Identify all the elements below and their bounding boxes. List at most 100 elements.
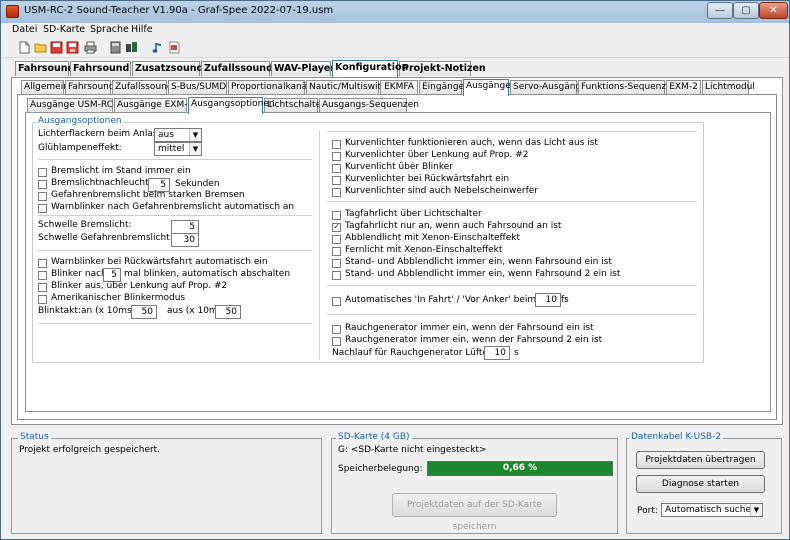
tab-ausgaenge[interactable]: Ausgänge xyxy=(463,79,511,96)
save-as-icon[interactable] xyxy=(66,41,79,54)
start-diagnose-button[interactable]: Diagnose starten xyxy=(636,475,765,493)
day-switch-checkbox[interactable] xyxy=(332,211,341,220)
dipped-xenon-checkbox[interactable] xyxy=(332,235,341,244)
tab-konfiguration[interactable]: Konfiguration xyxy=(332,60,408,77)
curve-reverse-checkbox[interactable] xyxy=(332,176,341,185)
minimize-button[interactable]: — xyxy=(707,2,733,19)
ship-auto-checkbox[interactable] xyxy=(332,297,341,306)
blinker-after-input[interactable]: 5 xyxy=(103,268,121,282)
curve-only-light-checkbox[interactable] xyxy=(332,140,341,149)
chevron-down-icon: ▼ xyxy=(189,143,201,155)
save-to-sdcard-button[interactable]: Projektdaten auf der SD-Karte speichern xyxy=(392,493,557,532)
music-note-icon[interactable] xyxy=(151,41,164,54)
parking-sound2-checkbox[interactable] xyxy=(332,271,341,280)
seconds-label: Sekunden xyxy=(175,179,220,189)
smoke-fan-input[interactable]: 10 xyxy=(484,346,510,360)
close-button[interactable]: ✕ xyxy=(759,2,788,19)
open-folder-icon[interactable] xyxy=(34,41,47,54)
tab-eingaenge[interactable]: Eingänge xyxy=(419,80,464,95)
transfer-icon[interactable] xyxy=(125,41,138,54)
tab-funktions-sequenzen[interactable]: Funktions-Sequenzen xyxy=(578,80,677,95)
us-blinker-checkbox[interactable] xyxy=(38,295,47,304)
sdcard-drive: G: <SD-Karte nicht eingesteckt> xyxy=(338,445,487,455)
menu-bar: Datei SD-Karte Sprache Hilfe xyxy=(1,23,789,38)
threshold-brake-input[interactable]: 5 xyxy=(171,220,199,234)
brake-standstill-checkbox[interactable] xyxy=(38,168,47,177)
tab-ausgangsoptionen[interactable]: Ausgangsoptionen xyxy=(188,97,275,114)
blink-off-input[interactable]: 50 xyxy=(215,305,241,319)
high-xenon-checkbox[interactable] xyxy=(332,247,341,256)
tab-allgemein[interactable]: Allgemein xyxy=(21,80,69,95)
tab-servo-ausgaenge[interactable]: Servo-Ausgänge xyxy=(510,80,587,95)
hazard-brake-checkbox[interactable] xyxy=(38,192,47,201)
parking-sound1-checkbox[interactable] xyxy=(332,259,341,268)
day-sound-checkbox[interactable]: ✓ xyxy=(332,223,341,232)
window-title: USM-RC-2 Sound-Teacher V1.90a - Graf-Spe… xyxy=(24,5,334,16)
tab-zusatzsounds[interactable]: Zusatzsounds xyxy=(132,61,209,76)
sdcard-title: SD-Karte (4 GB) xyxy=(336,432,412,442)
calculator-icon[interactable] xyxy=(109,41,122,54)
hazard-brake-label: Gefahrenbremslicht beim starken Bremsen xyxy=(51,190,245,200)
tab-ekmfa[interactable]: EKMFA xyxy=(380,80,418,95)
flicker-select[interactable]: aus ▼ xyxy=(154,128,202,142)
port-select[interactable]: Automatisch suchen ▼ xyxy=(661,503,763,517)
ausgangsoptionen-group-title: Ausgangsoptionen xyxy=(36,116,124,126)
smoke-sound1-checkbox[interactable] xyxy=(332,325,341,334)
hazard-after-checkbox[interactable] xyxy=(38,204,47,213)
column-divider xyxy=(319,131,320,359)
curve-fog-label: Kurvenlichter sind auch Nebelscheinwerfe… xyxy=(345,186,539,196)
tab-fahrsound-2[interactable]: Fahrsound 2 xyxy=(70,61,139,76)
blink-on-input[interactable]: 50 xyxy=(131,305,157,319)
tab-proportionalkanaele[interactable]: Proportionalkanäle xyxy=(228,80,315,95)
smoke-sound2-label: Rauchgenerator immer ein, wenn der Fahrs… xyxy=(345,335,603,345)
status-title: Status xyxy=(18,432,51,442)
glow-select[interactable]: mittel ▼ xyxy=(154,142,202,156)
new-file-icon[interactable] xyxy=(18,41,31,54)
tab-wav-player[interactable]: WAV-Player xyxy=(271,61,335,76)
us-blinker-label: Amerikanischer Blinkermodus xyxy=(51,293,186,303)
tab-sbus-sumd[interactable]: S-Bus/SUMD xyxy=(168,80,227,95)
toolbar xyxy=(1,38,789,58)
hazard-reverse-checkbox[interactable] xyxy=(38,259,47,268)
config-tab-row: Allgemein Fahrsound Zufallssound S-Bus/S… xyxy=(1,79,789,96)
tab-exm-2[interactable]: EXM-2 xyxy=(666,80,701,95)
curve-fog-checkbox[interactable] xyxy=(332,188,341,197)
curve-only-light-label: Kurvenlichter funktionieren auch, wenn d… xyxy=(345,138,598,148)
tab-ausgaenge-exm-2[interactable]: Ausgänge EXM-2 xyxy=(114,98,193,113)
tab-projekt-notizen[interactable]: Projekt-Notizen xyxy=(399,61,486,76)
curve-steering-checkbox[interactable] xyxy=(332,152,341,161)
pdf-help-icon[interactable] xyxy=(168,41,181,54)
tab-zufallssound[interactable]: Zufallssound xyxy=(112,80,173,95)
blinker-after-checkbox[interactable] xyxy=(38,271,47,280)
maximize-button[interactable]: ▢ xyxy=(733,2,759,19)
tab-config-fahrsound[interactable]: Fahrsound xyxy=(65,80,115,95)
curve-blinker-checkbox[interactable] xyxy=(332,164,341,173)
blinker-off-steering-checkbox[interactable] xyxy=(38,283,47,292)
ship-auto-label: Automatisches 'In Fahrt' / 'Vor Anker' b… xyxy=(345,295,568,305)
tab-nautic-multiswitch[interactable]: Nautic/Multiswitch xyxy=(306,80,392,95)
sdcard-usage-label: Speicherbelegung: xyxy=(338,464,423,474)
tab-lichtmodul[interactable]: Lichtmodul xyxy=(702,80,755,95)
high-xenon-label: Fernlicht mit Xenon-Einschalteffekt xyxy=(345,245,503,255)
brake-afterglow-checkbox[interactable] xyxy=(38,180,47,189)
ship-auto-input[interactable]: 10 xyxy=(535,293,561,307)
menu-sprache[interactable]: Sprache xyxy=(90,24,129,35)
threshold-hazard-label: Schwelle Gefahrenbremslicht: xyxy=(38,233,173,243)
separator xyxy=(327,131,697,132)
smoke-sound2-checkbox[interactable] xyxy=(332,337,341,346)
tab-ausgaenge-usm-rc-2[interactable]: Ausgänge USM-RC-2 xyxy=(27,98,122,113)
blinker-after-suffix: mal blinken, automatisch abschalten xyxy=(124,269,291,279)
menu-hilfe[interactable]: Hilfe xyxy=(131,24,153,35)
threshold-hazard-input[interactable]: 30 xyxy=(171,233,199,247)
tab-fahrsound[interactable]: Fahrsound xyxy=(15,61,74,76)
print-icon[interactable] xyxy=(84,41,97,54)
separator xyxy=(38,323,312,324)
separator xyxy=(38,215,312,216)
save-icon[interactable] xyxy=(50,41,63,54)
menu-sd-karte[interactable]: SD-Karte xyxy=(43,24,85,35)
transfer-project-button[interactable]: Projektdaten übertragen xyxy=(636,451,765,469)
separator xyxy=(38,250,312,251)
tab-zufallssounds[interactable]: Zufallssounds xyxy=(201,61,279,76)
tab-ausgangs-sequenzen[interactable]: Ausgangs-Sequenzen xyxy=(319,98,419,113)
menu-datei[interactable]: Datei xyxy=(12,24,37,35)
